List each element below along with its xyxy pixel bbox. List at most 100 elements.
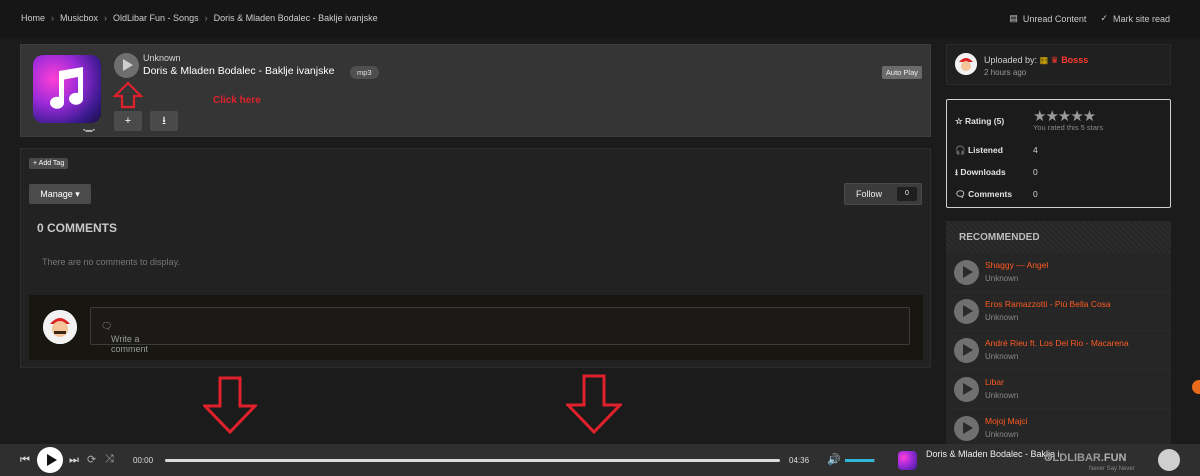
rec-title[interactable]: Mojoj Majci: [985, 416, 1028, 426]
breadcrumb-home[interactable]: Home: [21, 13, 45, 23]
downloads-label-text: Downloads: [960, 167, 1006, 177]
now-playing-art: [898, 451, 917, 470]
main-play-button[interactable]: [37, 447, 63, 473]
arrow-down-annotation-icon: [566, 374, 622, 434]
volume-icon[interactable]: 🔊: [827, 453, 841, 466]
rec-title[interactable]: Shaggy — Angel: [985, 260, 1048, 270]
mark-read-label: Mark site read: [1112, 13, 1170, 24]
rec-artist: Unknown: [985, 391, 1019, 400]
list-item[interactable]: Eros Ramazzotti - Più Bella Cosa Unknown: [946, 292, 1171, 331]
comments-empty-text: There are no comments to display.: [42, 257, 180, 267]
progress-slider[interactable]: [165, 459, 780, 462]
uploaded-by-label: Uploaded by:: [984, 55, 1038, 65]
mark-read-link[interactable]: ✓ Mark site read: [1100, 13, 1170, 24]
list-item[interactable]: André Rieu ft. Los Del Rio - Macarena Un…: [946, 331, 1171, 370]
unread-content-link[interactable]: ▤ Unread Content: [1009, 13, 1086, 24]
arrow-up-annotation-icon: [113, 81, 143, 109]
play-button[interactable]: [954, 299, 979, 324]
mario-avatar-icon: [955, 53, 977, 75]
check-icon: ✓: [1100, 13, 1108, 23]
unread-content-label: Unread Content: [1022, 13, 1087, 24]
list-item[interactable]: Shaggy — Angel Unknown: [946, 253, 1171, 292]
autoplay-toggle[interactable]: Auto Play: [881, 66, 922, 79]
mario-avatar-icon: [43, 310, 77, 344]
breadcrumb-musicbox[interactable]: Musicbox: [60, 13, 98, 23]
comments-label: 🗨 Comments: [955, 189, 1013, 199]
rating-label: ☆ Rating (5): [955, 116, 1005, 126]
logo-text-a: OLDLIBAR.: [1044, 452, 1104, 464]
flag-icon: ▦: [1039, 55, 1049, 65]
repeat-icon[interactable]: ⟳: [87, 453, 96, 466]
rec-artist: Unknown: [985, 430, 1019, 439]
duration-time: 04:36: [789, 456, 810, 465]
uploaded-by: Uploaded by: ▦ ♛ Bosss: [984, 55, 1088, 66]
breadcrumb: Home › Musicbox › OldLibar Fun - Songs ›…: [21, 13, 378, 23]
play-button[interactable]: [114, 53, 139, 78]
uploader-name[interactable]: Bosss: [1061, 55, 1088, 65]
top-links: ▤ Unread Content ✓ Mark site read: [1009, 13, 1170, 24]
breadcrumb-songs[interactable]: OldLibar Fun - Songs: [113, 13, 199, 23]
follow-label: Follow: [856, 189, 883, 199]
comments-value: 0: [1033, 189, 1038, 199]
site-logo: OLDLIBAR.FUN: [1044, 452, 1127, 464]
arrow-down-annotation-icon: [203, 376, 257, 434]
play-button[interactable]: [954, 260, 979, 285]
top-bar: Home › Musicbox › OldLibar Fun - Songs ›…: [0, 0, 1200, 38]
listened-value: 4: [1033, 145, 1038, 155]
add-tag-button[interactable]: + Add Tag: [29, 158, 69, 169]
elapsed-time: 00:00: [133, 456, 154, 465]
follow-button[interactable]: Follow 0: [844, 183, 922, 205]
manage-dropdown[interactable]: Manage ▾: [29, 184, 91, 204]
next-track-button[interactable]: ⏭: [69, 454, 79, 467]
rec-title[interactable]: Eros Ramazzotti - Più Bella Cosa: [985, 299, 1111, 309]
play-button[interactable]: [954, 377, 979, 402]
breadcrumb-current: Doris & Mladen Bodalec - Baklje ivanjske: [213, 13, 378, 23]
song-player-card: ▪▬▪ Unknown Doris & Mladen Bodalec - Bak…: [20, 44, 931, 137]
uploader-avatar[interactable]: [955, 53, 977, 75]
follow-count: 0: [897, 187, 917, 201]
comments-section: + Add Tag Manage ▾ Follow 0 0 COMMENTS T…: [20, 148, 931, 368]
rec-artist: Unknown: [985, 313, 1019, 322]
rec-title[interactable]: Libar: [985, 377, 1004, 387]
song-title: Doris & Mladen Bodalec - Baklje ivanjske: [143, 65, 335, 77]
rec-artist: Unknown: [985, 274, 1019, 283]
album-art: [33, 55, 101, 123]
click-here-annotation: Click here: [213, 95, 261, 106]
song-artist: Unknown: [143, 53, 181, 63]
logo-text-b: FUN: [1103, 452, 1127, 464]
list-item[interactable]: Mojoj Majci Unknown: [946, 409, 1171, 445]
chevron-right-icon: ›: [104, 13, 108, 23]
bottom-player-bar: ⏮ ⏭ ⟳ ⤨ 00:00 04:36 🔊 Doris & Mladen Bod…: [0, 444, 1200, 476]
previous-track-button[interactable]: ⏮: [20, 454, 30, 467]
chevron-right-icon: ›: [204, 13, 208, 23]
volume-fill: [845, 459, 874, 462]
format-badge: mp3: [350, 66, 379, 79]
newspaper-icon: ▤: [1009, 13, 1018, 23]
download-button[interactable]: ⭳: [150, 111, 178, 131]
play-button[interactable]: [954, 416, 979, 441]
recommended-header: RECOMMENDED: [946, 221, 1171, 253]
comment-placeholder-text: Write a comment: [111, 334, 149, 354]
crown-icon: ♛: [1050, 55, 1059, 65]
shuffle-icon[interactable]: ⤨: [105, 453, 114, 466]
avatar: [43, 310, 77, 344]
rec-title[interactable]: André Rieu ft. Los Del Rio - Macarena: [985, 338, 1129, 348]
recommended-panel: RECOMMENDED Shaggy — Angel Unknown Eros …: [946, 221, 1171, 445]
stats-panel: ☆ Rating (5) ★★★★★ You rated this 5 star…: [946, 99, 1171, 208]
site-tagline: Never Say Never: [1089, 466, 1135, 472]
rated-note: You rated this 5 stars: [1033, 123, 1104, 132]
comment-composer: 🗨 Write a comment: [29, 295, 923, 360]
comment-input[interactable]: 🗨 Write a comment: [90, 307, 910, 354]
add-to-playlist-button[interactable]: +: [114, 111, 142, 131]
rec-artist: Unknown: [985, 352, 1019, 361]
side-tab-button[interactable]: [1192, 380, 1200, 394]
list-item[interactable]: Libar Unknown: [946, 370, 1171, 409]
chevron-right-icon: ›: [51, 13, 55, 23]
music-note-icon: [50, 67, 83, 109]
volume-slider[interactable]: [845, 459, 875, 462]
play-button[interactable]: [954, 338, 979, 363]
mascot-icon: [1158, 449, 1180, 471]
downloads-value: 0: [1033, 167, 1038, 177]
uploader-card: Uploaded by: ▦ ♛ Bosss 2 hours ago: [946, 44, 1171, 85]
comments-label-text: Comments: [968, 189, 1013, 199]
